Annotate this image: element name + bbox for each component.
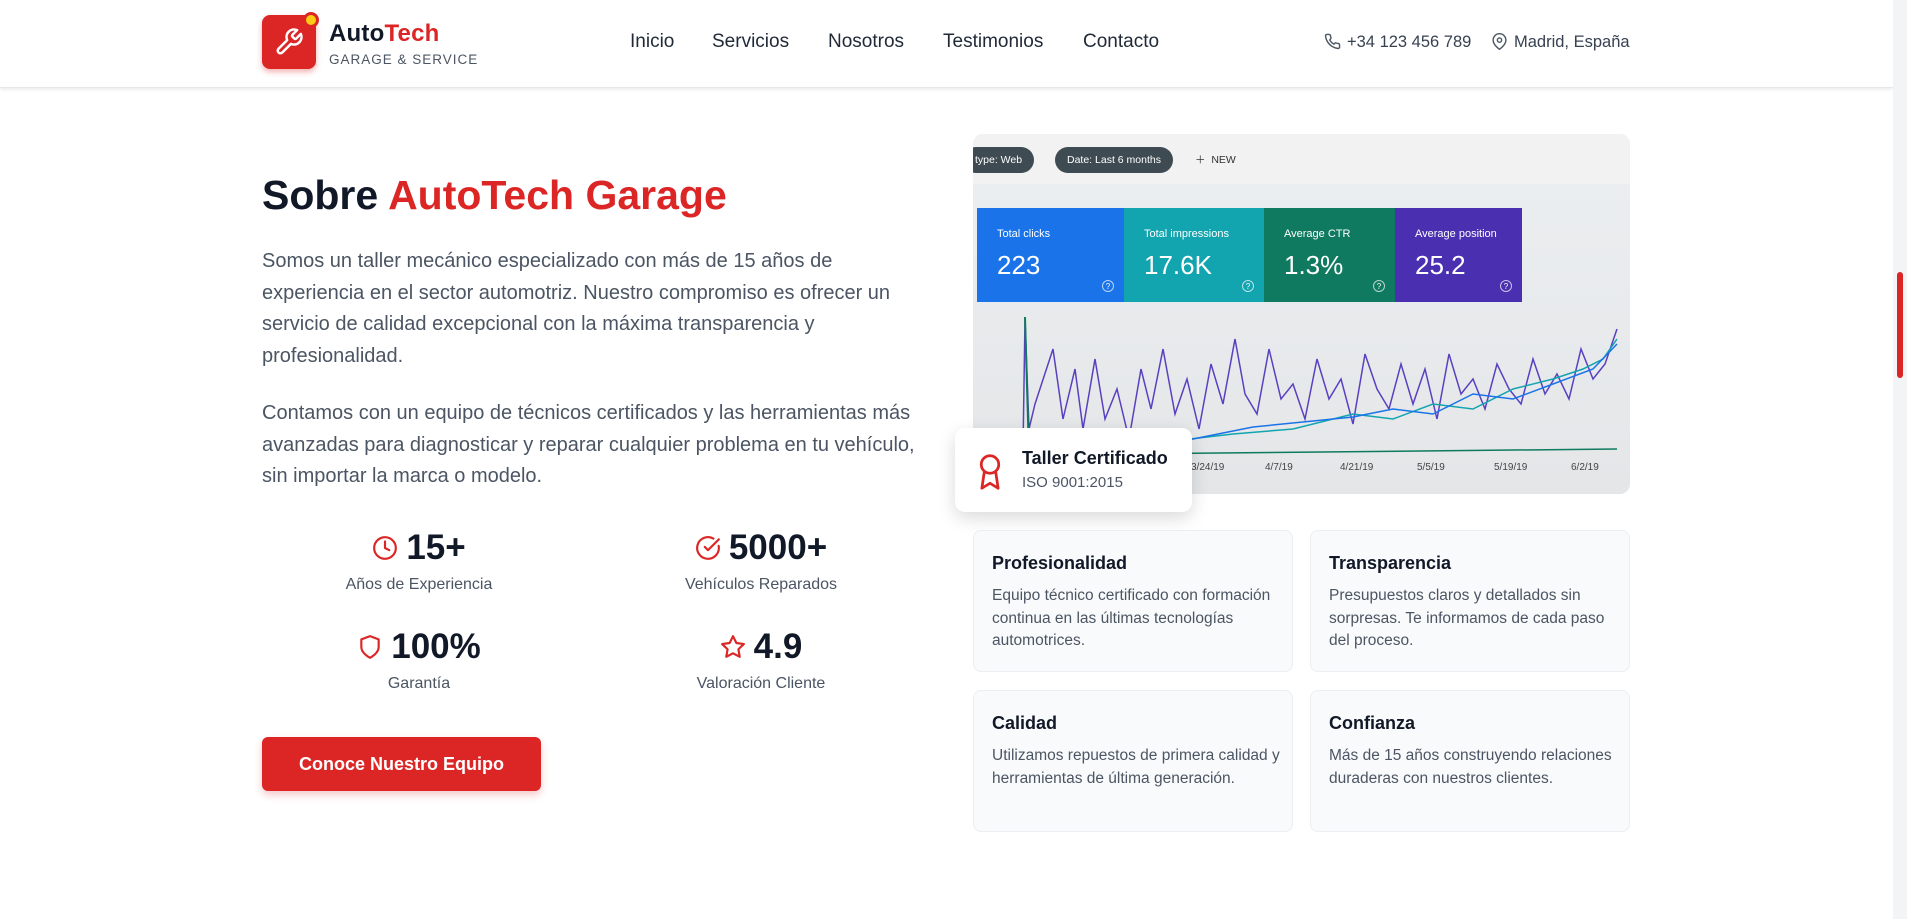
badge-title: Taller Certificado — [1022, 448, 1168, 468]
card-description: Equipo técnico certificado con formación… — [992, 587, 1271, 649]
shield-icon — [360, 635, 380, 659]
stat-label: Garantía — [387, 675, 451, 692]
phone-contact[interactable]: +34 123 456 789 — [1324, 33, 1471, 52]
about-paragraph-1: Somos un taller mecánico especializado c… — [262, 250, 891, 367]
value-card-quality: Calidad Utilizamos repuestos de primera … — [973, 690, 1293, 832]
stat-warranty: 100% Garantía — [249, 627, 589, 693]
date-label: 3/24/19 — [1191, 462, 1225, 473]
nav-inicio[interactable]: Inicio — [630, 31, 674, 53]
card-title: Profesionalidad — [992, 553, 1128, 573]
phone-icon — [1324, 33, 1341, 50]
map-pin-icon — [1492, 33, 1507, 51]
brand-name[interactable]: AutoTech — [329, 20, 440, 48]
location-contact: Madrid, España — [1491, 33, 1630, 52]
logo-dot — [303, 12, 319, 28]
site-header: AutoTech GARAGE & SERVICE Inicio Servici… — [0, 0, 1893, 88]
card-description: Más de 15 años construyendo relaciones d… — [1329, 747, 1612, 787]
check-circle-icon — [695, 536, 720, 560]
value-card-professionalism: Profesionalidad Equipo técnico certifica… — [973, 530, 1293, 672]
help-icon: ? — [1102, 280, 1114, 292]
card-description: Presupuestos claros y detallados sin sor… — [1329, 587, 1605, 649]
help-icon: ? — [1242, 280, 1254, 292]
stat-label: Años de Experiencia — [345, 576, 493, 593]
value-card-transparency: Transparencia Presupuestos claros y deta… — [1310, 530, 1630, 672]
award-icon — [979, 454, 1001, 490]
metric-tile: Average position 25.2? — [1395, 208, 1522, 302]
phone-number: +34 123 456 789 — [1347, 33, 1472, 51]
new-filter: ＋ NEW — [1195, 154, 1236, 166]
date-label: 5/19/19 — [1494, 462, 1528, 473]
stat-value: 100% — [391, 627, 481, 666]
about-title: Sobre AutoTech Garage — [262, 172, 727, 218]
nav-contacto[interactable]: Contacto — [1083, 31, 1159, 53]
about-paragraph-2: Contamos con un equipo de técnicos certi… — [262, 402, 915, 487]
stat-value: 15+ — [406, 528, 466, 567]
about-title-accent: AutoTech Garage — [388, 172, 727, 218]
page-scrollbar[interactable] — [1893, 0, 1907, 919]
help-icon: ? — [1500, 280, 1512, 292]
brand-tagline: GARAGE & SERVICE — [329, 52, 479, 67]
date-label: 4/7/19 — [1265, 462, 1293, 473]
stat-value: 4.9 — [753, 627, 803, 666]
filter-chip: type: Web — [973, 147, 1035, 173]
stat-label: Valoración Cliente — [696, 675, 826, 692]
card-title: Calidad — [992, 713, 1058, 733]
stat-label: Vehículos Reparados — [684, 576, 838, 593]
wrench-icon — [276, 28, 303, 55]
brand-accent: Tech — [384, 20, 440, 47]
badge-subtitle: ISO 9001:2015 — [1022, 474, 1123, 491]
date-label: 4/21/19 — [1340, 462, 1374, 473]
star-icon — [720, 635, 745, 658]
metric-tile: Average CTR 1.3%? — [1264, 208, 1395, 302]
card-title: Transparencia — [1329, 553, 1452, 573]
dashboard-toolbar: type: Web Date: Last 6 months ＋ NEW — [973, 134, 1630, 184]
nav-nosotros[interactable]: Nosotros — [828, 31, 904, 53]
card-title: Confianza — [1329, 713, 1416, 733]
nav-testimonios[interactable]: Testimonios — [943, 31, 1043, 53]
date-label: 5/5/19 — [1417, 462, 1445, 473]
metric-tile: Total clicks 223? — [977, 208, 1124, 302]
help-icon: ? — [1373, 280, 1385, 292]
nav-servicios[interactable]: Servicios — [712, 31, 789, 53]
stat-years: 15+ Años de Experiencia — [249, 528, 589, 594]
card-description: Utilizamos repuestos de primera calidad … — [992, 747, 1280, 787]
stat-rating: 4.9 Valoración Cliente — [591, 627, 931, 693]
location-text: Madrid, España — [1514, 33, 1630, 51]
certified-badge: Taller Certificado ISO 9001:2015 — [955, 428, 1192, 512]
metric-tile: Total impressions 17.6K? — [1124, 208, 1264, 302]
stat-vehicles: 5000+ Vehículos Reparados — [591, 528, 931, 594]
date-label: 6/2/19 — [1571, 462, 1599, 473]
filter-chip: Date: Last 6 months — [1055, 147, 1173, 173]
value-card-trust: Confianza Más de 15 años construyendo re… — [1310, 690, 1630, 832]
stat-value: 5000+ — [728, 528, 828, 567]
meet-team-button[interactable]: Conoce Nuestro Equipo — [262, 737, 541, 791]
clock-icon — [373, 536, 398, 560]
scrollbar-thumb[interactable] — [1897, 272, 1903, 378]
